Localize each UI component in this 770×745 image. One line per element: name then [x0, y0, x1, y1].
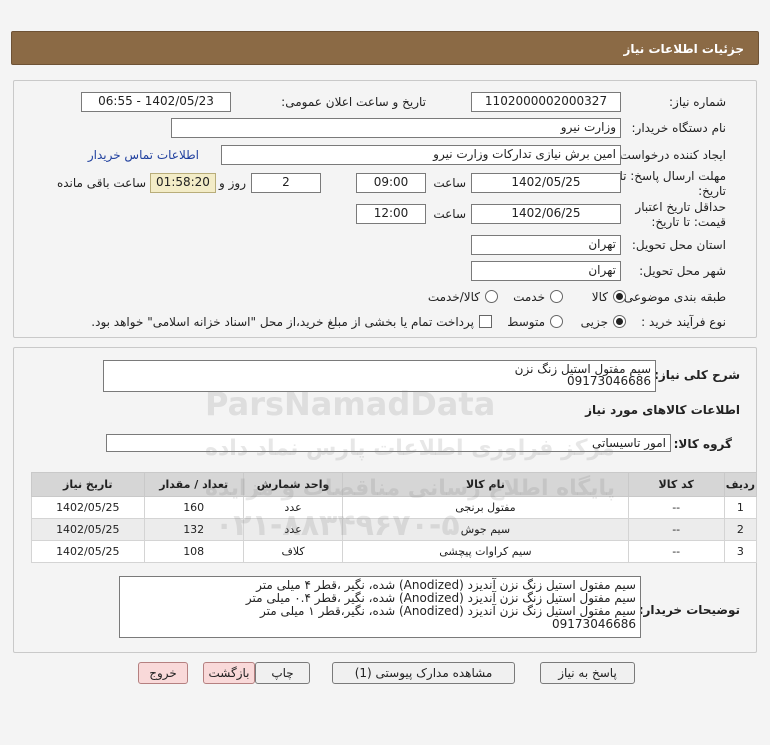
buyer-notes-label: توضیحات خریدار: [638, 603, 740, 617]
price-date-field: 1402/06/25 [471, 204, 621, 224]
requester-field: امین برش نیازی تدارکات وزارت نیرو [221, 145, 621, 165]
col-date: تاریخ نیاز [31, 472, 145, 497]
table-row: 3 -- سیم کراوات پیچشی کلاف 108 1402/05/2… [31, 540, 758, 563]
reply-deadline-label-2: تاریخ: [698, 184, 726, 198]
city-field: تهران [471, 261, 621, 281]
process-option-medium: متوسط [507, 315, 545, 329]
cell-unit: عدد [242, 518, 344, 541]
reply-date-field: 1402/05/25 [471, 173, 621, 193]
category-radio-goods[interactable] [613, 290, 626, 303]
reply-button[interactable]: پاسخ به نیاز [540, 662, 635, 684]
details-panel: شرح کلی نیاز: سیم مفتول استیل زنگ نزن 09… [13, 347, 758, 653]
category-radio-goods-service[interactable] [485, 290, 498, 303]
col-name: نام کالا [342, 472, 629, 497]
reply-time-label: ساعت [433, 176, 466, 190]
remaining-label: ساعت باقی مانده [56, 176, 146, 190]
category-radio-service[interactable] [550, 290, 563, 303]
summary-box: سیم مفتول استیل زنگ نزن 09173046686 [103, 360, 656, 392]
need-number-field: 1102000002000327 [471, 92, 621, 112]
cell-row: 3 [723, 540, 758, 563]
process-radio-minor[interactable] [613, 315, 626, 328]
requester-label: ایجاد کننده درخواست: [615, 148, 726, 162]
cell-date: 1402/05/25 [31, 496, 145, 519]
buyer-notes-box: سیم مفتول استیل زنگ نزن آندیزد (Anodized… [119, 576, 641, 638]
goods-table: ردیف کد کالا نام کالا واحد شمارش تعداد /… [31, 472, 758, 563]
buyer-org-field: وزارت نیرو [171, 118, 621, 138]
price-validity-label-2: قیمت: تا تاریخ: [651, 215, 726, 229]
province-label: استان محل تحویل: [631, 238, 726, 252]
exit-button[interactable]: خروج [138, 662, 188, 684]
process-label: نوع فرآیند خرید : [641, 315, 726, 329]
summary-label: شرح کلی نیاز: [654, 368, 740, 382]
category-option-goods: کالا [591, 290, 608, 304]
cell-qty: 132 [143, 518, 244, 541]
cell-code: -- [627, 540, 725, 563]
attachments-button[interactable]: مشاهده مدارک پیوستی (1) [332, 662, 515, 684]
price-validity-label: حداقل تاریخ اعتبار [635, 200, 726, 214]
col-code: کد کالا [627, 472, 725, 497]
payment-note: پرداخت تمام یا بخشی از مبلغ خرید،از محل … [91, 315, 474, 329]
province-field: تهران [471, 235, 621, 255]
cell-code: -- [627, 496, 725, 519]
goods-group-label: گروه کالا: [673, 437, 732, 451]
back-button[interactable]: بازگشت [203, 662, 255, 684]
payment-checkbox[interactable] [479, 315, 492, 328]
reply-time-field: 09:00 [356, 173, 426, 193]
info-panel: شماره نیاز: 1102000002000327 تاریخ و ساع… [13, 80, 757, 338]
price-time-field: 12:00 [356, 204, 426, 224]
cell-name: سیم جوش [342, 518, 629, 541]
print-button[interactable]: چاپ [255, 662, 310, 684]
buyer-notes-line-4: 09173046686 [552, 617, 636, 631]
cell-name: مفتول برنجی [342, 496, 629, 519]
cell-date: 1402/05/25 [31, 540, 145, 563]
goods-group-field: امور تاسیساتی [106, 434, 671, 452]
buyer-org-label: نام دستگاه خریدار: [631, 121, 727, 135]
col-qty: تعداد / مقدار [143, 472, 244, 497]
cell-row: 2 [723, 518, 758, 541]
days-label: روز و [219, 176, 246, 190]
price-time-label: ساعت [433, 207, 466, 221]
col-row: ردیف [723, 472, 758, 497]
process-radio-medium[interactable] [550, 315, 563, 328]
page-title: جزئیات اطلاعات نیاز [623, 42, 744, 56]
cell-name: سیم کراوات پیچشی [342, 540, 629, 563]
goods-section-title: اطلاعات کالاهای مورد نیاز [585, 403, 740, 417]
summary-line-2: 09173046686 [567, 374, 651, 388]
cell-qty: 108 [143, 540, 244, 563]
announce-label: تاریخ و ساعت اعلان عمومی: [281, 95, 426, 109]
category-option-goods-service: کالا/خدمت [427, 290, 480, 304]
days-field: 2 [251, 173, 321, 193]
table-row: 1 -- مفتول برنجی عدد 160 1402/05/25 [31, 496, 758, 519]
cell-qty: 160 [143, 496, 244, 519]
page-header: جزئیات اطلاعات نیاز [11, 31, 759, 65]
table-row: 2 -- سیم جوش عدد 132 1402/05/25 [31, 518, 758, 541]
cell-date: 1402/05/25 [31, 518, 145, 541]
need-number-label: شماره نیاز: [669, 95, 726, 109]
reply-deadline-label: مهلت ارسال پاسخ: تا [619, 169, 726, 183]
cell-unit: عدد [242, 496, 344, 519]
city-label: شهر محل تحویل: [639, 264, 726, 278]
cell-code: -- [627, 518, 725, 541]
cell-row: 1 [723, 496, 758, 519]
buyer-contact-link[interactable]: اطلاعات تماس خریدار [88, 148, 199, 162]
category-option-service: خدمت [513, 290, 545, 304]
announce-field: 1402/05/23 - 06:55 [81, 92, 231, 112]
process-option-minor: جزیی [580, 315, 608, 329]
remaining-time-field: 01:58:20 [150, 173, 216, 193]
category-label: طبقه بندی موضوعی: [619, 290, 726, 304]
col-unit: واحد شمارش [242, 472, 344, 497]
cell-unit: کلاف [242, 540, 344, 563]
